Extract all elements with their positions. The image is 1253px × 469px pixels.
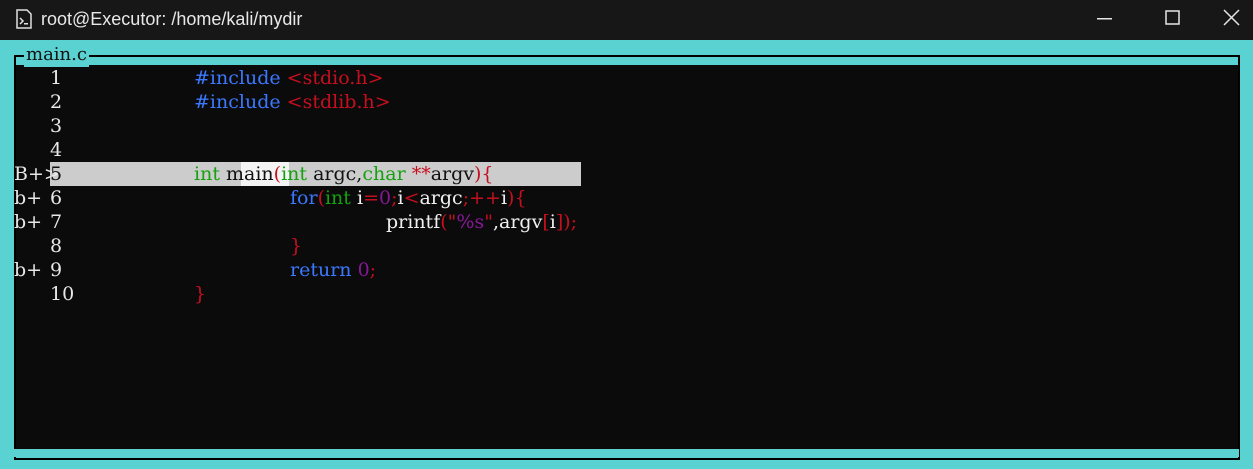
maximize-icon xyxy=(1165,10,1180,25)
code-token: ** xyxy=(411,163,431,185)
line-number: 1 xyxy=(50,67,63,89)
code-text: } xyxy=(194,282,206,306)
code-token: " xyxy=(484,211,493,233)
code-token: <stdio.h> xyxy=(286,67,384,89)
code-token: ){ xyxy=(507,187,527,209)
code-token: < xyxy=(403,187,420,209)
code-token: ( xyxy=(317,187,325,209)
box-border-bottom xyxy=(14,458,1240,460)
code-token: int xyxy=(324,187,351,209)
source-file-title: main.c xyxy=(24,43,89,67)
close-button[interactable] xyxy=(1208,0,1253,40)
line-number: 8 xyxy=(50,235,63,257)
code-text: return 0; xyxy=(290,258,376,282)
code-token: main xyxy=(226,163,274,185)
code-token: for xyxy=(290,187,318,209)
code-token: printf xyxy=(386,211,441,233)
breakpoint-marker: b+ xyxy=(14,211,43,233)
line-number: 5 xyxy=(50,163,63,185)
source-line[interactable]: 8 } xyxy=(14,234,1239,258)
code-text: #include <stdio.h> xyxy=(194,66,384,90)
minimize-button[interactable] xyxy=(1081,0,1127,40)
source-line[interactable]: 3 xyxy=(14,114,1239,138)
line-number: 2 xyxy=(50,91,63,113)
source-line[interactable]: b+ 7 printf("%s",argv[i]); xyxy=(14,210,1239,234)
code-token: int xyxy=(194,163,220,185)
line-number: 3 xyxy=(50,115,63,137)
source-line[interactable]: 4 xyxy=(14,138,1239,162)
code-token: [ xyxy=(542,211,550,233)
code-token: ++ xyxy=(469,187,501,209)
source-line[interactable]: 2 #include <stdlib.h> xyxy=(14,90,1239,114)
title-bar: root@Executor: /home/kali/mydir xyxy=(0,0,1253,40)
line-number: 10 xyxy=(50,283,75,305)
code-token: #include xyxy=(194,67,281,89)
code-token: char xyxy=(362,163,406,185)
line-number: 6 xyxy=(50,187,63,209)
code-token: argv xyxy=(430,163,475,185)
code-token: } xyxy=(290,235,303,257)
close-icon xyxy=(1223,9,1240,26)
source-line-current[interactable]: B+> 5 int main(int argc,char **argv){ xyxy=(14,162,1239,186)
code-token: (" xyxy=(440,211,457,233)
code-token: = xyxy=(363,187,379,209)
code-token: 0 xyxy=(378,187,392,209)
code-token: %s xyxy=(456,211,485,233)
window-title: root@Executor: /home/kali/mydir xyxy=(41,9,303,29)
code-text: int main(int argc,char **argv){ xyxy=(194,162,494,186)
source-line[interactable]: 1 #include <stdio.h> xyxy=(14,66,1239,90)
bottom-strip xyxy=(14,449,1239,457)
line-number: 4 xyxy=(50,139,63,161)
code-token: <stdlib.h> xyxy=(286,91,391,113)
code-token: argc, xyxy=(313,163,363,185)
breakpoint-marker: b+ xyxy=(14,259,43,281)
box-border-top xyxy=(14,55,1239,57)
code-text: for(int i=0;i<argc;++i){ xyxy=(290,186,527,210)
code-token: ]); xyxy=(555,211,578,233)
minimize-icon xyxy=(1097,18,1112,20)
source-line[interactable]: 10 } xyxy=(14,282,1239,306)
code-token: argc xyxy=(419,187,463,209)
code-text: printf("%s",argv[i]); xyxy=(386,210,577,234)
source-line[interactable]: b+ 6 for(int i=0;i<argc;++i){ xyxy=(14,186,1239,210)
code-token: ( xyxy=(273,163,282,185)
code-token: } xyxy=(194,283,207,305)
code-token: ; xyxy=(369,259,377,281)
terminal-file-icon xyxy=(16,9,32,29)
code-text: #include <stdlib.h> xyxy=(194,90,391,114)
code-token: 0 xyxy=(357,259,370,281)
code-token: ,argv xyxy=(492,211,543,233)
breakpoint-marker: b+ xyxy=(14,187,43,209)
code-token: return xyxy=(290,259,352,281)
code-token: int xyxy=(281,163,308,185)
source-line[interactable]: b+ 9 return 0; xyxy=(14,258,1239,282)
line-number: 7 xyxy=(50,211,63,233)
code-token: #include xyxy=(194,91,281,113)
code-text: } xyxy=(290,234,302,258)
maximize-button[interactable] xyxy=(1149,0,1195,40)
line-number: 9 xyxy=(50,259,63,281)
code-token: ){ xyxy=(474,163,494,185)
